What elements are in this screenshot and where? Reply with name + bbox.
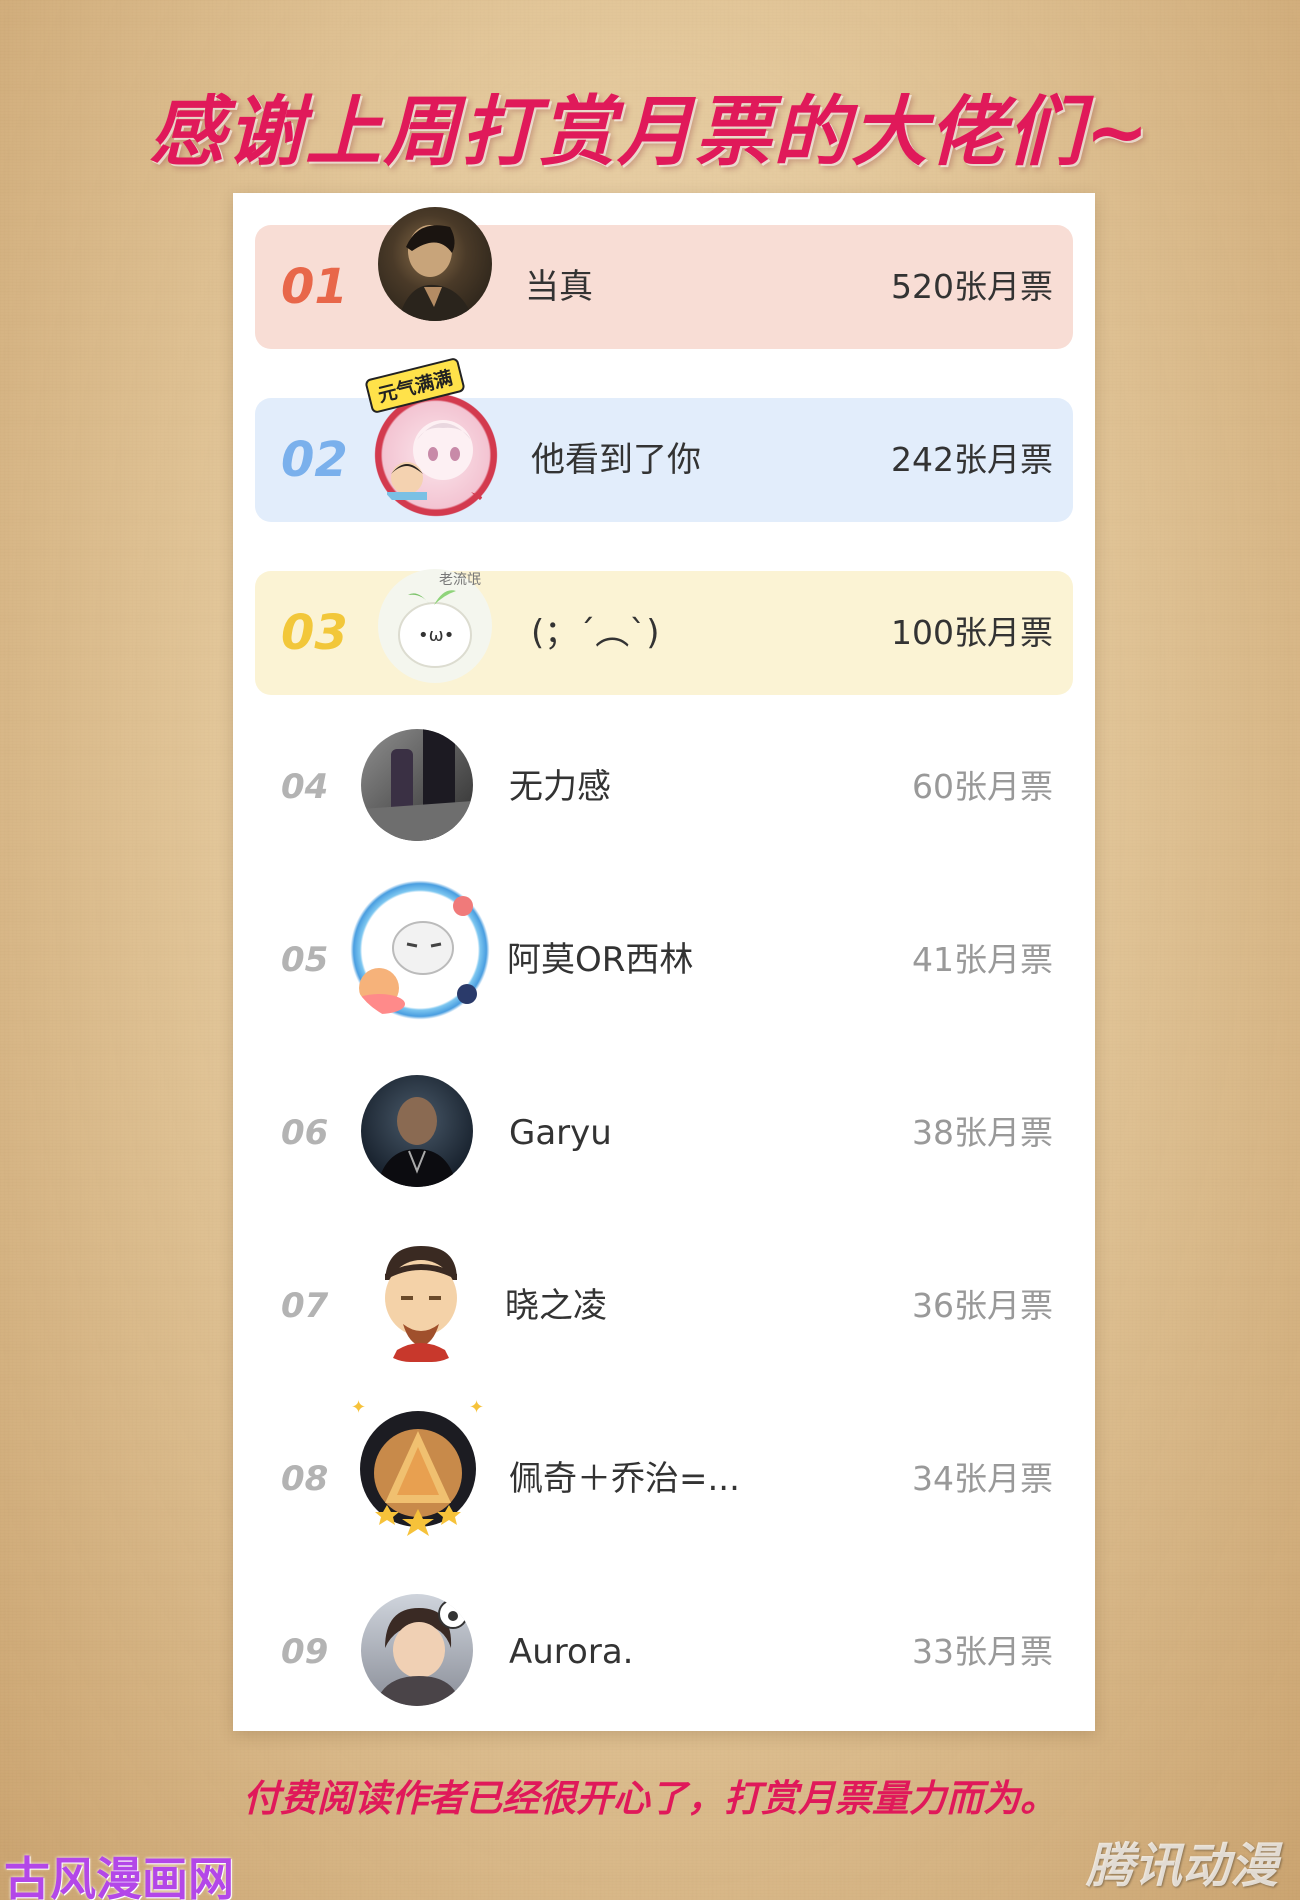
ticket-count: 520张月票 (891, 267, 1053, 306)
user-name: Aurora. (509, 1632, 634, 1672)
ranking-row-8: 08 ✦ ✦ 佩奇＋乔治=... 34张月票 (233, 1397, 1095, 1541)
rank-number: 07 (281, 1286, 329, 1326)
ticket-count: 36张月票 (912, 1286, 1053, 1325)
avatar[interactable]: ✦ ✦ (343, 1391, 493, 1541)
ticket-count: 33张月票 (912, 1632, 1053, 1671)
rank-number: 08 (281, 1459, 329, 1499)
ticket-count: 100张月票 (891, 613, 1053, 652)
ranking-row-2: 02 元气满满 他看到了你 242张月票 (233, 356, 1095, 522)
ranking-row-3: 03 •ω• 老流氓 (；´︵`) 100张月票 (233, 569, 1095, 695)
avatar[interactable] (378, 207, 492, 321)
user-name: (；´︵`) (531, 613, 660, 653)
rank-number: 05 (281, 940, 329, 980)
ranking-row-6: 06 Garyu 38张月票 (233, 1071, 1095, 1195)
svg-text:✦: ✦ (469, 1397, 484, 1418)
ticket-count: 38张月票 (912, 1113, 1053, 1152)
ranking-row-9: 09 Aurora. 33张月票 (233, 1590, 1095, 1714)
user-name: Garyu (509, 1113, 612, 1153)
rank-number: 02 (281, 432, 348, 488)
avatar[interactable] (361, 1594, 473, 1706)
avatar[interactable] (373, 392, 499, 518)
watermark-right: 腾讯动漫 (1085, 1838, 1278, 1894)
ticket-count: 34张月票 (912, 1459, 1053, 1498)
ranking-row-7: 07 晓之凌 36张月票 (233, 1244, 1095, 1368)
rank-number: 04 (281, 767, 329, 807)
avatar[interactable] (361, 1075, 473, 1187)
page: { "title": "感谢上周打赏月票的大佬们~", "footer": "付… (0, 0, 1300, 1900)
ranking-row-5: 05 阿莫OR西林 41张月票 (233, 876, 1095, 1024)
user-name: 佩奇＋乔治=... (509, 1459, 740, 1499)
avatar[interactable] (361, 729, 473, 841)
ticket-count: 41张月票 (912, 940, 1053, 979)
badge-label: 老流氓 (439, 572, 481, 588)
avatar[interactable] (345, 876, 495, 1024)
ranking-card: 01 当真 520张月票 02 元气满满 他看到了你 242张月票 03 •ω•… (233, 193, 1095, 1731)
footer-note: 付费阅读作者已经很开心了，打赏月票量力而为。 (243, 1777, 1057, 1820)
user-name: 阿莫OR西林 (507, 940, 694, 980)
rank-number: 03 (281, 605, 348, 661)
ticket-count: 242张月票 (891, 440, 1053, 479)
avatar[interactable] (367, 1240, 475, 1362)
svg-text:✦: ✦ (351, 1397, 366, 1418)
user-name: 他看到了你 (531, 440, 701, 480)
ranking-row-1: 01 当真 520张月票 (233, 207, 1095, 349)
user-name: 晓之凌 (505, 1286, 607, 1326)
rank-number: 06 (281, 1113, 329, 1153)
user-name: 当真 (525, 267, 593, 307)
user-name: 无力感 (509, 767, 611, 807)
svg-text:•ω•: •ω• (418, 625, 454, 646)
watermark-left: 古风漫画网 (4, 1852, 234, 1900)
ticket-count: 60张月票 (912, 767, 1053, 806)
rank-number: 09 (281, 1632, 329, 1672)
rank-number: 01 (281, 259, 348, 315)
page-title: 感谢上周打赏月票的大佬们~ (149, 87, 1151, 176)
ranking-row-4: 04 无力感 60张月票 (233, 725, 1095, 849)
